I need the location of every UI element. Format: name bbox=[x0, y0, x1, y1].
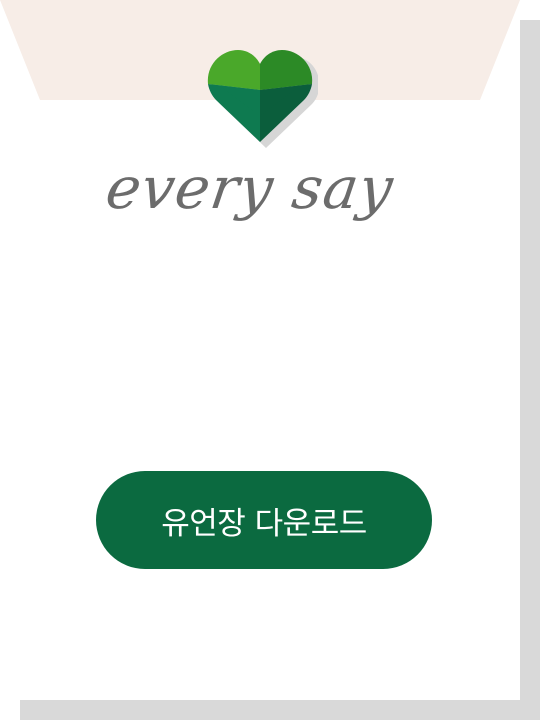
brand-name: every say bbox=[102, 154, 398, 222]
main-card: every say 유언장 다운로드 bbox=[0, 0, 520, 700]
download-will-button[interactable]: 유언장 다운로드 bbox=[96, 471, 432, 569]
heart-icon bbox=[207, 50, 318, 148]
brand-wordmark: every say bbox=[102, 154, 398, 222]
page: every say 유언장 다운로드 bbox=[0, 0, 540, 720]
